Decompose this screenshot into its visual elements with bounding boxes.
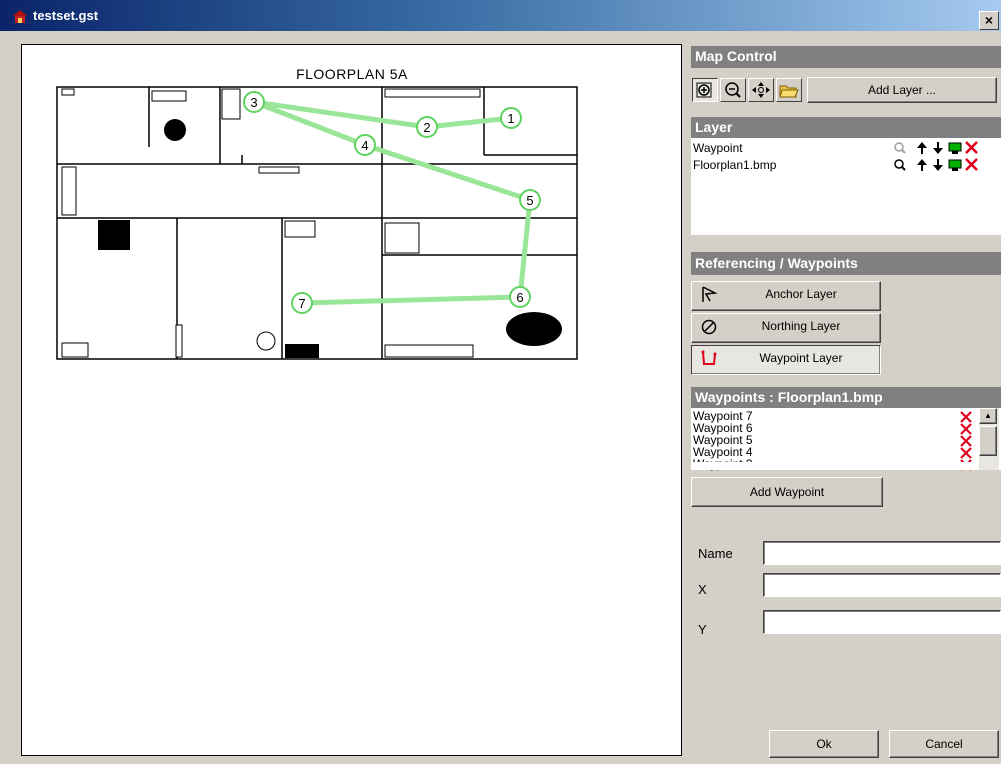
scroll-up-arrow-icon[interactable]: ▲: [979, 408, 997, 424]
open-folder-button[interactable]: [776, 78, 802, 102]
zoom-out-button[interactable]: [720, 78, 746, 102]
visibility-search-icon: [894, 142, 906, 171]
x-field[interactable]: [763, 573, 1001, 597]
zoom-in-icon: [696, 82, 712, 98]
move-down-icon: [933, 142, 943, 171]
y-label: Y: [698, 622, 707, 637]
delete-waypoint-icon: [960, 435, 972, 447]
display-icon: [948, 142, 962, 171]
waypoints-scrollbar[interactable]: ▲: [979, 408, 999, 470]
waypoint-marker[interactable]: 4: [354, 134, 376, 156]
floorplan-drawing: 1 2 3 4 5 6 7: [56, 86, 578, 360]
title-bar: testset.gst ×: [0, 0, 1001, 31]
northing-layer-label: Northing Layer: [761, 319, 841, 333]
cancel-button[interactable]: Cancel: [889, 730, 999, 758]
waypoint-number: 2: [423, 120, 430, 135]
zoom-in-button[interactable]: [692, 78, 718, 102]
waypoint-marker[interactable]: 3: [243, 91, 265, 113]
add-waypoint-button[interactable]: Add Waypoint: [691, 477, 883, 507]
app-icon: [13, 10, 27, 23]
layer-header: Layer: [691, 117, 1001, 138]
referencing-header: Referencing / Waypoints: [691, 252, 1001, 275]
waypoint-number: 4: [361, 138, 368, 153]
folder-open-icon: [779, 85, 799, 98]
delete-layer-icon: [965, 141, 978, 171]
move-up-icon: [917, 142, 927, 171]
zoom-out-icon: [725, 82, 741, 98]
layer-item-floorplan[interactable]: Floorplan1.bmp: [693, 158, 776, 172]
waypoint-layer-label: Waypoint Layer: [759, 351, 843, 365]
waypoint-marker[interactable]: 2: [416, 116, 438, 138]
y-field[interactable]: [763, 610, 1001, 634]
layer-list[interactable]: Waypoint Floorplan1.bmp: [691, 138, 1001, 235]
northing-layer-button[interactable]: Northing Layer: [691, 313, 881, 343]
anchor-layer-button[interactable]: Anchor Layer: [691, 281, 881, 311]
waypoint-layer-button[interactable]: Waypoint Layer: [691, 345, 881, 375]
waypoint-marker[interactable]: 5: [519, 189, 541, 211]
pan-icon: [752, 82, 770, 98]
delete-waypoint-icon: [960, 447, 972, 459]
waypoint-number: 3: [250, 95, 257, 110]
close-button[interactable]: ×: [979, 11, 999, 30]
map-control-header: Map Control: [691, 46, 1001, 68]
scroll-thumb[interactable]: [979, 426, 997, 456]
window-title: testset.gst: [33, 8, 99, 23]
waypoint-number: 6: [516, 290, 523, 305]
x-label: X: [698, 582, 707, 597]
waypoint-marker[interactable]: 1: [500, 107, 522, 129]
waypoint-number: 7: [298, 296, 305, 311]
waypoint-marker[interactable]: 7: [291, 292, 313, 314]
waypoint-number: 5: [526, 193, 533, 208]
delete-waypoint-icon: [960, 411, 972, 423]
anchor-flag-icon: [702, 286, 718, 302]
waypoint-path-icon: [701, 350, 717, 365]
pan-button[interactable]: [748, 78, 774, 102]
anchor-layer-label: Anchor Layer: [765, 287, 837, 301]
add-layer-button[interactable]: Add Layer ...: [807, 77, 997, 103]
compass-icon: [701, 319, 717, 335]
name-label: Name: [698, 546, 733, 561]
layer-action-icons: [894, 141, 978, 171]
map-canvas[interactable]: FLOORPLAN 5A 1 2 3 4 5 6 7: [21, 44, 682, 756]
waypoint-marker[interactable]: 6: [509, 286, 531, 308]
waypoints-header: Waypoints : Floorplan1.bmp: [691, 387, 1001, 408]
layer-item-waypoint[interactable]: Waypoint: [693, 141, 743, 155]
waypoint-number: 1: [507, 111, 514, 126]
ok-button[interactable]: Ok: [769, 730, 879, 758]
delete-waypoint-icon: [960, 423, 972, 435]
waypoints-list[interactable]: Waypoint 7 Waypoint 6 Waypoint 5 Waypoin…: [691, 408, 1001, 471]
name-field[interactable]: [763, 541, 1001, 565]
